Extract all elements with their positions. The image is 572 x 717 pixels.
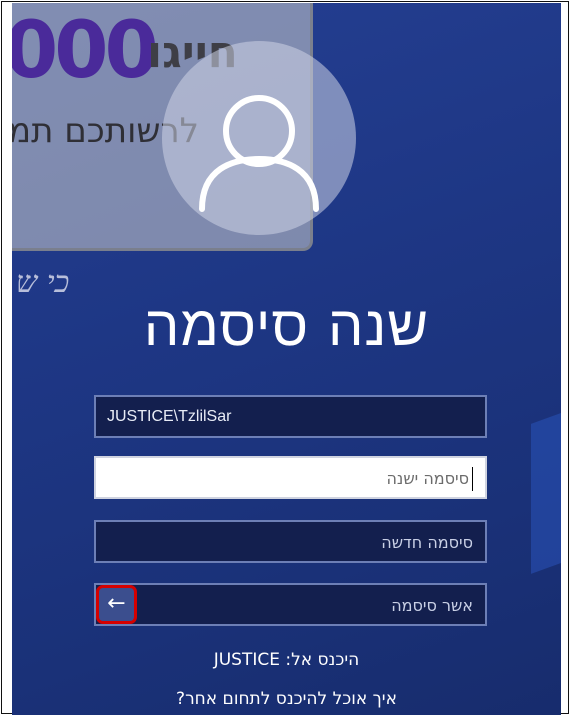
lock-screen: 000 חייגו לרשותכם תמ כי ש שנה סיסמה JUST…: [12, 3, 561, 715]
confirm-password-field[interactable]: אשר סיסמה: [94, 583, 487, 626]
sign-in-domain-text: היכנס אל: JUSTICE: [213, 650, 360, 670]
username-field[interactable]: JUSTICE\TzlilSar: [94, 395, 487, 438]
background-number: 000: [12, 6, 159, 96]
other-domain-link[interactable]: איך אוכל להיכנס לתחום אחר?: [12, 689, 561, 709]
submit-button[interactable]: ←: [96, 585, 137, 624]
old-password-field[interactable]: סיסמה ישנה: [94, 456, 487, 499]
background-decoration: [531, 402, 561, 574]
page-title: שנה סיסמה: [143, 294, 430, 359]
confirm-password-placeholder: אשר סיסמה: [391, 596, 473, 615]
arrow-right-icon: ←: [107, 591, 126, 616]
screenshot-frame: 000 חייגו לרשותכם תמ כי ש שנה סיסמה JUST…: [1, 1, 569, 715]
user-avatar: [162, 41, 356, 235]
username-value: JUSTICE\TzlilSar: [107, 408, 232, 425]
old-password-placeholder: סיסמה ישנה: [386, 469, 469, 488]
new-password-placeholder: סיסמה חדשה: [381, 533, 473, 552]
text-cursor: [472, 467, 473, 491]
new-password-field[interactable]: סיסמה חדשה: [94, 520, 487, 563]
user-icon: [199, 95, 319, 212]
